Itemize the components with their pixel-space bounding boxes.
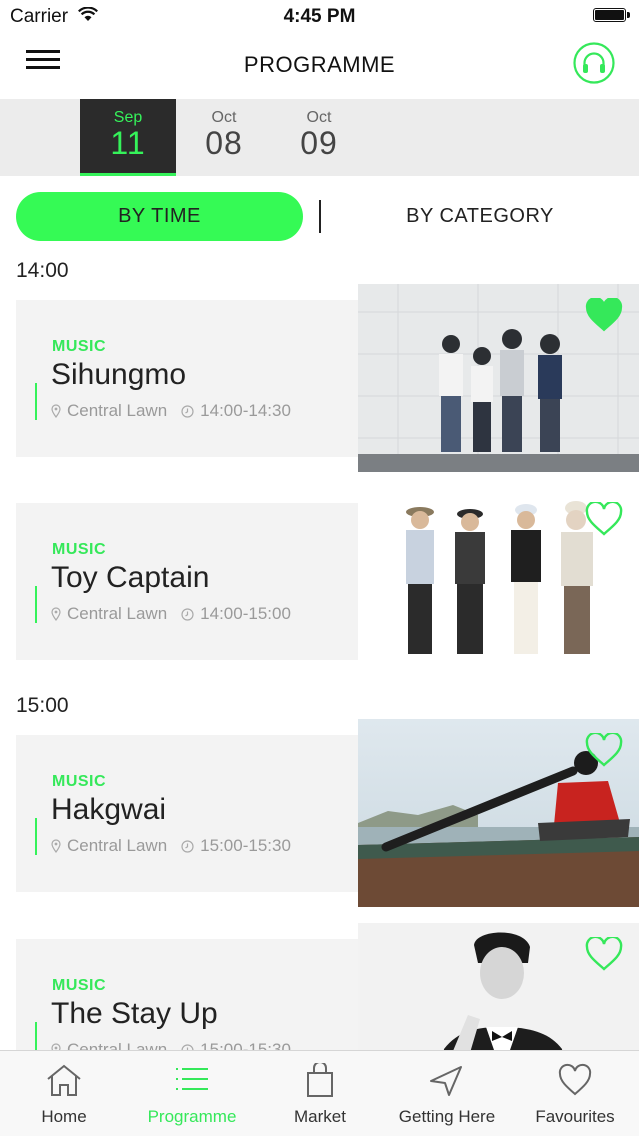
favourite-heart-icon[interactable] [585,298,623,332]
time-section-header: 15:00 [16,694,69,717]
time-section-header: 14:00 [16,259,69,282]
event-card-sihungmo[interactable]: MUSIC Sihungmo Central Lawn 14:00-14:30 [16,300,358,457]
event-photo-sihungmo[interactable] [358,284,639,472]
event-photo-toy-captain[interactable] [358,488,639,676]
by-category-toggle[interactable]: BY CATEGORY [330,192,630,241]
tab-programme[interactable]: Programme [128,1051,256,1137]
date-day: 09 [300,125,338,161]
event-category: MUSIC [52,773,107,790]
location-pin-icon [51,839,61,854]
tab-label: Market [294,1107,346,1126]
shopping-bag-icon [307,1063,333,1097]
tab-label: Programme [147,1107,237,1126]
event-name: Toy Captain [51,561,210,594]
home-icon [47,1064,81,1096]
favourite-heart-icon[interactable] [585,502,623,536]
location-pin-icon [51,607,61,622]
event-name: Hakgwai [51,793,167,826]
date-selector: Sep 11 Oct 08 Oct 09 [0,99,639,176]
navigation-arrow-icon [430,1066,462,1096]
favourite-heart-icon[interactable] [585,937,623,971]
card-accent-bar [35,586,37,623]
event-time: 15:00-15:30 [200,836,291,855]
nav-header: PROGRAMME [0,34,639,99]
list-icon [176,1068,208,1090]
card-accent-bar [35,818,37,855]
event-photo-hakgwai[interactable] [358,719,639,907]
event-name: Sihungmo [51,358,187,391]
event-category: MUSIC [52,338,107,355]
event-card-hakgwai[interactable]: MUSIC Hakgwai Central Lawn 15:00-15:30 [16,735,358,892]
event-venue: Central Lawn [67,836,168,855]
tab-home[interactable]: Home [0,1051,128,1137]
clock-icon [181,608,194,621]
date-day: 11 [110,125,146,161]
event-time: 14:00-14:30 [200,401,291,420]
event-meta: Central Lawn 15:00-15:30 [51,836,291,856]
event-name: The Stay Up [51,997,218,1030]
event-card-toy-captain[interactable]: MUSIC Toy Captain Central Lawn 14:00-15:0… [16,503,358,660]
event-meta: Central Lawn 14:00-15:00 [51,604,291,624]
tab-favourites[interactable]: Favourites [511,1051,639,1137]
clock-icon [181,840,194,853]
status-time: 4:45 PM [283,6,356,27]
status-bar: Carrier 4:45 PM [0,0,639,34]
date-tab-oct-08[interactable]: Oct 08 [176,99,272,176]
tab-label: Favourites [535,1107,615,1126]
event-category: MUSIC [52,541,107,558]
battery-icon [593,8,631,24]
clock-icon [181,405,194,418]
tab-market[interactable]: Market [256,1051,384,1137]
headphones-icon[interactable] [573,42,615,84]
tab-label: Home [41,1107,87,1126]
heart-icon [558,1063,592,1096]
event-venue: Central Lawn [67,604,168,623]
card-accent-bar [35,383,37,420]
page-title: PROGRAMME [243,52,396,77]
tab-getting-here[interactable]: Getting Here [383,1051,511,1137]
toggle-divider [319,200,321,233]
tab-label: Getting Here [398,1107,496,1126]
event-meta: Central Lawn 14:00-14:30 [51,401,291,421]
date-day: 08 [205,125,243,161]
bottom-tab-bar: Home Programme Market Getting Here Favou… [0,1050,639,1136]
event-category: MUSIC [52,977,107,994]
event-time: 14:00-15:00 [200,604,291,623]
date-tab-sep-11[interactable]: Sep 11 [80,99,176,176]
favourite-heart-icon[interactable] [585,733,623,767]
date-tab-oct-09[interactable]: Oct 09 [271,99,367,176]
location-pin-icon [51,404,61,419]
event-venue: Central Lawn [67,401,168,420]
by-time-toggle[interactable]: BY TIME [16,192,303,241]
